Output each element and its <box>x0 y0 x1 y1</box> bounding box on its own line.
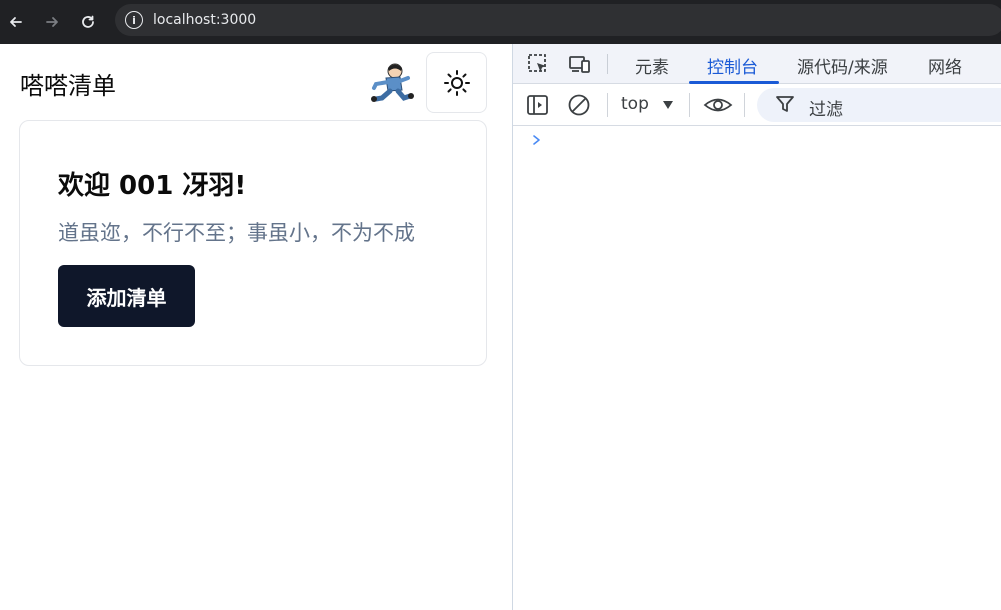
filter-input[interactable]: 过滤 <box>757 88 1001 122</box>
running-cartoon-avatar[interactable] <box>368 60 414 106</box>
sidebar-toggle-icon[interactable] <box>526 93 550 117</box>
filter-icon <box>776 96 794 112</box>
console-prompt-icon[interactable] <box>531 134 543 146</box>
eye-icon[interactable] <box>703 93 733 117</box>
theme-toggle-button[interactable] <box>426 52 487 113</box>
inspect-element-icon[interactable] <box>526 52 550 76</box>
device-toolbar-icon[interactable] <box>568 52 592 76</box>
browser-toolbar: i localhost:3000 <box>0 0 1001 44</box>
welcome-title: 欢迎 001 冴羽! <box>58 171 247 201</box>
clear-console-icon[interactable] <box>567 93 591 117</box>
welcome-card: 欢迎 001 冴羽! 道虽迩，不行不至；事虽小，不为不成 添加清单 <box>19 120 487 366</box>
devtools-panel: 元素 控制台 源代码/来源 网络 top 过滤 <box>512 44 1001 610</box>
sun-icon <box>443 69 470 96</box>
tab-elements[interactable]: 元素 <box>635 53 669 78</box>
forward-button[interactable] <box>40 10 64 34</box>
toolbar-separator <box>689 93 690 117</box>
site-info-icon[interactable]: i <box>125 11 143 29</box>
app-page: 嗒嗒清单 欢迎 001 冴羽! 道虽迩，不行不至；事虽小，不为不成 添加清单 <box>0 44 512 610</box>
tab-separator <box>607 54 608 74</box>
app-title: 嗒嗒清单 <box>20 72 116 100</box>
welcome-subtitle: 道虽迩，不行不至；事虽小，不为不成 <box>58 221 415 245</box>
reload-button[interactable] <box>76 10 100 34</box>
caret-down-icon[interactable] <box>661 98 675 112</box>
back-button[interactable] <box>4 10 28 34</box>
filter-placeholder: 过滤 <box>809 100 843 120</box>
url-text: localhost:3000 <box>153 12 257 28</box>
tab-network[interactable]: 网络 <box>928 53 962 78</box>
arrow-left-icon <box>10 17 22 27</box>
add-list-button[interactable]: 添加清单 <box>58 265 195 327</box>
toolbar-separator <box>607 93 608 117</box>
context-selector[interactable]: top <box>621 94 649 114</box>
tab-sources[interactable]: 源代码/来源 <box>797 53 888 78</box>
console-toolbar: top 过滤 <box>513 84 1001 126</box>
devtools-tab-bar: 元素 控制台 源代码/来源 网络 <box>513 44 1001 84</box>
toolbar-separator <box>744 93 745 117</box>
address-bar[interactable]: i localhost:3000 <box>115 4 1001 36</box>
tab-console[interactable]: 控制台 <box>707 53 758 78</box>
reload-icon <box>82 15 94 28</box>
arrow-right-icon <box>46 17 58 27</box>
